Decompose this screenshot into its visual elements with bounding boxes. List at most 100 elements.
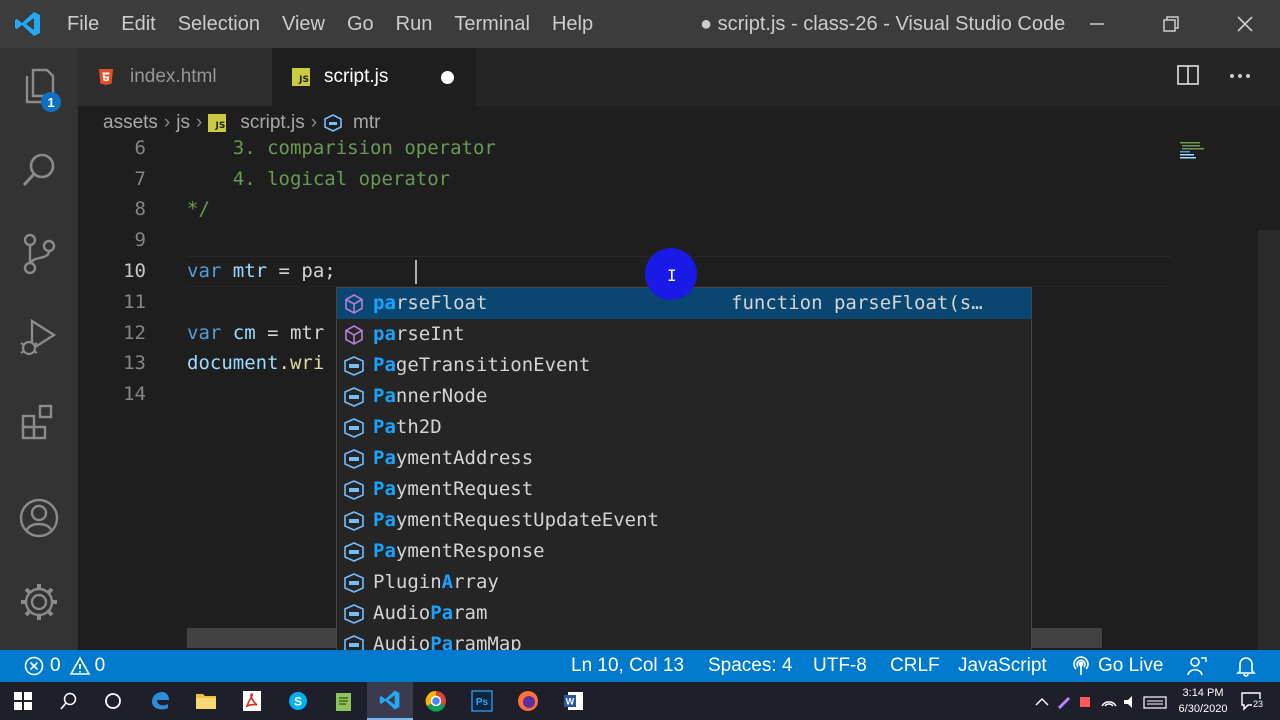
- suggest-item[interactable]: Pa ymentRequestUpdateEvent: [337, 505, 1031, 536]
- go-live-button[interactable]: Go Live: [1070, 650, 1163, 682]
- action-center-button[interactable]: 23: [1240, 690, 1268, 712]
- suggest-item[interactable]: Pa ymentRequest: [337, 474, 1031, 505]
- notepad-icon: [336, 693, 351, 711]
- source-control-button[interactable]: [0, 218, 78, 290]
- line-number: 8: [134, 198, 146, 220]
- suggest-widget: pa rseFloat function parseFloat(s… pa rseI…: [336, 287, 1032, 655]
- suggest-label: th2D: [395, 416, 442, 438]
- clock-time: 3:14 PM: [1182, 687, 1224, 699]
- encoding[interactable]: UTF-8: [813, 650, 867, 682]
- variable-symbol-icon: [344, 449, 364, 469]
- go-live-label: Go Live: [1098, 655, 1164, 676]
- svg-text:Ps: Ps: [476, 697, 489, 708]
- suggest-item[interactable]: Pa nnerNode: [337, 381, 1031, 412]
- explorer-button[interactable]: 1: [0, 50, 78, 122]
- minimap[interactable]: [1176, 140, 1256, 170]
- suggest-match: Pa: [373, 354, 396, 376]
- taskbar-edge[interactable]: [137, 682, 183, 720]
- menu-go[interactable]: Go: [336, 0, 385, 48]
- tab-script-js[interactable]: JS script.js: [272, 48, 476, 106]
- taskbar-word[interactable]: W: [551, 682, 597, 720]
- error-count: 0: [50, 655, 61, 676]
- end-of-line[interactable]: CRLF: [890, 650, 940, 682]
- breadcrumb-item-js[interactable]: js: [176, 112, 190, 134]
- indentation[interactable]: Spaces: 4: [708, 650, 793, 682]
- feedback-button[interactable]: [1186, 650, 1208, 682]
- suggest-item[interactable]: Pa ymentResponse: [337, 536, 1031, 567]
- suggest-item[interactable]: pa rseInt: [337, 319, 1031, 350]
- language-mode[interactable]: JavaScript: [958, 650, 1047, 682]
- breadcrumb-item-symbol[interactable]: mtr: [353, 112, 380, 134]
- suggest-item[interactable]: Pa th2D: [337, 412, 1031, 443]
- ibeam-cursor-icon: I: [667, 266, 677, 285]
- variable-symbol-icon: [344, 418, 364, 438]
- warning-count: 0: [94, 655, 106, 676]
- taskbar-search-button[interactable]: [46, 682, 92, 720]
- taskbar-firefox[interactable]: [505, 682, 551, 720]
- code-keyword: var: [187, 322, 222, 344]
- notifications-button[interactable]: [1236, 650, 1256, 682]
- menu-view[interactable]: View: [271, 0, 336, 48]
- photoshop-icon: Ps: [471, 690, 493, 712]
- manage-button[interactable]: [0, 566, 78, 638]
- variable-symbol-icon: [344, 573, 364, 593]
- menu-run[interactable]: Run: [385, 0, 444, 48]
- taskbar-skype[interactable]: S: [275, 682, 321, 720]
- minimize-button[interactable]: [1060, 0, 1134, 48]
- extensions-button[interactable]: [0, 386, 78, 458]
- close-window-button[interactable]: [1208, 0, 1280, 48]
- suggest-item[interactable]: Plugin Array: [337, 567, 1031, 598]
- vscode-icon: [379, 690, 400, 710]
- vertical-scrollbar[interactable]: [1258, 230, 1280, 650]
- split-editor-button[interactable]: [1176, 63, 1204, 91]
- suggest-item[interactable]: Pa geTransitionEvent: [337, 350, 1031, 381]
- taskbar-acrobat[interactable]: [229, 682, 275, 720]
- search-view-button[interactable]: [0, 134, 78, 206]
- svg-text:W: W: [566, 697, 575, 707]
- html5-icon: [99, 69, 113, 85]
- accounts-button[interactable]: [0, 482, 78, 554]
- start-button[interactable]: [0, 682, 46, 720]
- search-icon: [60, 692, 77, 710]
- cursor-position[interactable]: Ln 10, Col 13: [571, 650, 684, 682]
- code-line: 3. comparision operator: [187, 137, 496, 159]
- suggest-label: rray: [453, 571, 499, 593]
- problems-indicator[interactable]: 0 0: [24, 650, 105, 682]
- chevron-right-icon: ›: [310, 112, 318, 133]
- suggest-match: Pa: [373, 447, 396, 469]
- unsaved-dot-icon[interactable]: [441, 71, 454, 84]
- suggest-label: ymentRequestUpdateEvent: [395, 509, 659, 531]
- task-view-button[interactable]: [90, 682, 136, 720]
- breadcrumb-item-file[interactable]: script.js: [240, 112, 304, 134]
- cortana-circle-icon: [105, 693, 121, 709]
- menu-terminal[interactable]: Terminal: [443, 0, 541, 48]
- menu-help[interactable]: Help: [541, 0, 604, 48]
- line-number: 9: [134, 229, 146, 251]
- taskbar-photoshop[interactable]: Ps: [459, 682, 505, 720]
- taskbar-notepad[interactable]: [321, 682, 367, 720]
- taskbar-chrome[interactable]: [413, 682, 459, 720]
- suggest-match: Pa: [373, 540, 396, 562]
- run-debug-button[interactable]: [0, 302, 78, 374]
- menu-edit[interactable]: Edit: [110, 0, 166, 48]
- settings-gear-icon: [21, 584, 57, 620]
- taskbar-vscode[interactable]: [367, 682, 413, 720]
- code-text: = mtr: [255, 322, 325, 344]
- clock[interactable]: 3:14 PM 6/30/2020: [1170, 685, 1236, 717]
- bell-icon: [1236, 657, 1256, 677]
- tab-index-html[interactable]: index.html: [78, 48, 272, 106]
- suggest-label: nnerNode: [395, 385, 488, 407]
- taskbar-file-explorer[interactable]: [183, 682, 229, 720]
- code-line: 4. logical operator: [187, 168, 451, 190]
- menu-selection[interactable]: Selection: [167, 0, 271, 48]
- suggest-item[interactable]: Audio Pa ram: [337, 598, 1031, 629]
- chevron-right-icon: ›: [195, 112, 203, 133]
- restore-icon: [1163, 16, 1179, 32]
- breadcrumb-item-assets[interactable]: assets: [103, 112, 158, 134]
- suggest-item[interactable]: Pa ymentAddress: [337, 443, 1031, 474]
- line-number: 13: [123, 352, 146, 374]
- menu-file[interactable]: File: [56, 0, 110, 48]
- restore-button[interactable]: [1134, 0, 1208, 48]
- suggest-match: Pa: [373, 385, 396, 407]
- more-actions-button[interactable]: [1228, 63, 1256, 91]
